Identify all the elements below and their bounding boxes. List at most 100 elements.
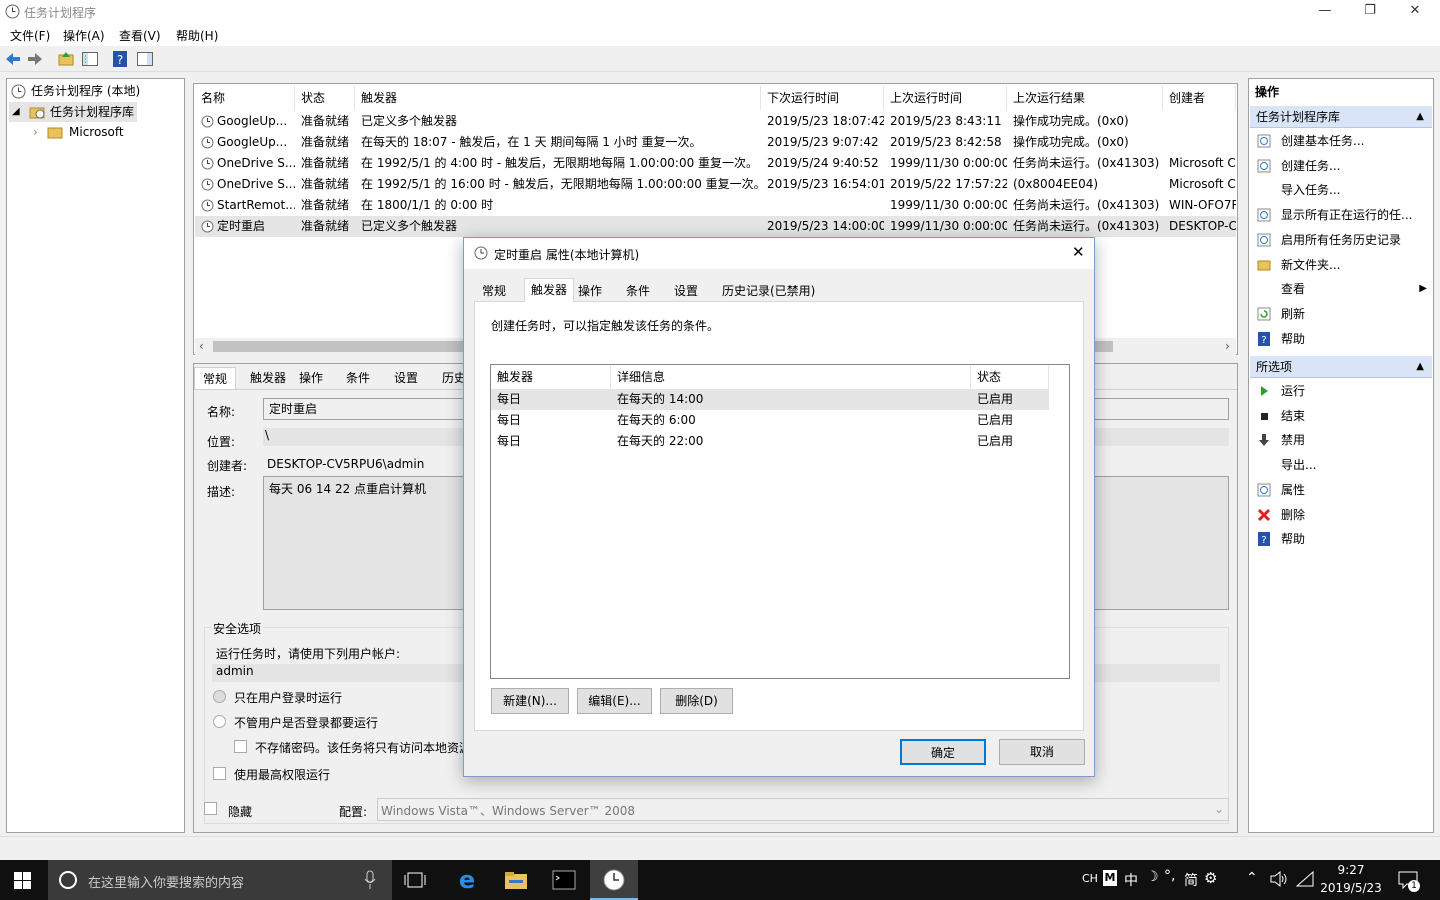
- table-row[interactable]: GoogleUp... 准备就绪 已定义多个触发器 2019/5/23 18:07:4…: [195, 111, 1236, 132]
- show-action-pane-icon[interactable]: [136, 50, 154, 68]
- no-store-password-checkbox[interactable]: [234, 740, 247, 753]
- detail-tab-settings[interactable]: 设置: [386, 367, 426, 389]
- forward-arrow-icon[interactable]: [26, 50, 44, 68]
- dialog-tab-history[interactable]: 历史记录(已禁用): [716, 280, 821, 302]
- trigger-row[interactable]: 每日 在每天的 6:00 已启用: [491, 410, 1049, 431]
- action-item[interactable]: 查看 ▶: [1253, 277, 1431, 301]
- edge-icon[interactable]: e: [455, 869, 479, 891]
- scroll-left-icon[interactable]: ‹: [199, 339, 204, 353]
- detail-tab-actions[interactable]: 操作: [291, 367, 331, 389]
- windows-start-icon[interactable]: [14, 872, 32, 890]
- col-status[interactable]: 状态: [295, 86, 355, 110]
- section-library-header[interactable]: 任务计划程序库 ▲: [1250, 106, 1432, 128]
- maximize-button[interactable]: ❐: [1347, 0, 1393, 24]
- menu-help[interactable]: 帮助(H): [176, 27, 218, 44]
- action-item[interactable]: 删除: [1253, 503, 1431, 527]
- detail-tab-triggers[interactable]: 触发器: [242, 367, 294, 389]
- search-box[interactable]: 在这里输入你要搜索的内容: [48, 860, 392, 900]
- trigger-row[interactable]: 每日 在每天的 14:00 已启用: [491, 389, 1049, 410]
- action-item[interactable]: 运行: [1253, 379, 1431, 403]
- network-wifi-icon[interactable]: [1296, 871, 1314, 887]
- collapse-chevron-icon[interactable]: ◢: [12, 102, 20, 122]
- scroll-right-icon[interactable]: ›: [1225, 339, 1230, 353]
- detail-tab-general[interactable]: 常规: [194, 367, 237, 389]
- section-selected-header[interactable]: 所选项 ▲: [1250, 356, 1432, 378]
- trigger-col-status[interactable]: 状态: [971, 365, 1049, 389]
- close-window-button[interactable]: ✕: [1392, 0, 1438, 24]
- cancel-button[interactable]: 取消: [999, 739, 1085, 765]
- col-trigger[interactable]: 触发器: [355, 86, 761, 110]
- dialog-tab-settings[interactable]: 设置: [668, 280, 704, 302]
- dialog-tab-actions[interactable]: 操作: [572, 280, 608, 302]
- action-item[interactable]: 创建任务...: [1253, 154, 1431, 178]
- volume-icon[interactable]: [1270, 871, 1288, 887]
- action-item[interactable]: 导出...: [1253, 453, 1431, 477]
- edit-trigger-button[interactable]: 编辑(E)...: [577, 688, 652, 714]
- ime-settings-gear-icon[interactable]: ⚙: [1204, 869, 1217, 887]
- dialog-tab-general[interactable]: 常规: [476, 280, 512, 302]
- action-item[interactable]: 显示所有正在运行的任...: [1253, 203, 1431, 227]
- task-scheduler-taskbar-button[interactable]: [590, 860, 638, 900]
- ime-simplified[interactable]: 简: [1184, 870, 1198, 890]
- col-next-run[interactable]: 下次运行时间: [761, 86, 884, 110]
- table-row[interactable]: OneDrive S... 准备就绪在 1992/5/1 的 4:00 时 - 触…: [195, 153, 1236, 174]
- action-item[interactable]: 导入任务...: [1253, 178, 1431, 202]
- action-item[interactable]: 刷新: [1253, 302, 1431, 326]
- menu-view[interactable]: 查看(V): [119, 27, 161, 44]
- microphone-icon[interactable]: [364, 870, 376, 890]
- collapse-up-icon[interactable]: ▲: [1416, 106, 1424, 128]
- col-last-run[interactable]: 上次运行时间: [884, 86, 1007, 110]
- clock-time[interactable]: 9:27: [1320, 863, 1382, 877]
- tray-chevron-up-icon[interactable]: ⌃: [1246, 870, 1258, 886]
- trigger-col-type[interactable]: 触发器: [491, 365, 611, 389]
- action-item[interactable]: 创建基本任务...: [1253, 129, 1431, 153]
- hidden-checkbox[interactable]: [204, 802, 217, 815]
- action-item[interactable]: 结束: [1253, 404, 1431, 428]
- ok-button[interactable]: 确定: [900, 739, 986, 765]
- action-item[interactable]: ? 帮助: [1253, 527, 1431, 551]
- ime-mode-icon[interactable]: M: [1103, 870, 1117, 886]
- action-item[interactable]: 新文件夹...: [1253, 253, 1431, 277]
- new-trigger-button[interactable]: 新建(N)...: [491, 688, 569, 714]
- menu-file[interactable]: 文件(F): [10, 27, 50, 44]
- dialog-close-icon[interactable]: ✕: [1072, 243, 1085, 261]
- ime-chinese[interactable]: 中: [1124, 870, 1138, 890]
- table-row[interactable]: 定时重启 准备就绪 已定义多个触发器 2019/5/23 14:00:00 1999/1…: [195, 216, 1236, 237]
- delete-trigger-button[interactable]: 删除(D): [660, 688, 733, 714]
- action-item[interactable]: 禁用: [1253, 428, 1431, 452]
- cmd-icon[interactable]: [552, 870, 576, 890]
- col-last-result[interactable]: 上次运行结果: [1007, 86, 1163, 110]
- collapse-up-icon[interactable]: ▲: [1416, 356, 1424, 378]
- menu-action[interactable]: 操作(A): [63, 27, 105, 44]
- minimize-button[interactable]: —: [1302, 0, 1348, 24]
- up-folder-icon[interactable]: [57, 50, 75, 68]
- table-row[interactable]: GoogleUp... 准备就绪 在每天的 18:07 - 触发后，在 1 天 期间…: [195, 132, 1236, 153]
- dialog-tab-triggers[interactable]: 触发器: [524, 278, 575, 302]
- table-row[interactable]: OneDrive S... 准备就绪在 1992/5/1 的 16:00 时 - …: [195, 174, 1236, 195]
- back-arrow-icon[interactable]: [4, 50, 22, 68]
- file-explorer-icon[interactable]: [504, 870, 528, 890]
- show-hide-tree-icon[interactable]: [81, 50, 99, 68]
- trigger-col-detail[interactable]: 详细信息: [611, 365, 971, 389]
- config-select[interactable]: Windows Vista™、Windows Server™ 2008 ⌄: [377, 798, 1229, 821]
- action-item[interactable]: ? 帮助: [1253, 327, 1431, 351]
- table-row[interactable]: StartRemot... 准备就绪在 1800/1/1 的 0:00 时 1999…: [195, 195, 1236, 216]
- col-name[interactable]: 名称: [195, 86, 295, 110]
- trigger-row[interactable]: 每日 在每天的 22:00 已启用: [491, 431, 1049, 452]
- radio-logged-on[interactable]: [213, 690, 226, 703]
- action-item[interactable]: 属性: [1253, 478, 1431, 502]
- tree-item-library[interactable]: ◢ 任务计划程序库: [9, 102, 137, 122]
- task-view-icon[interactable]: [404, 871, 426, 889]
- col-author[interactable]: 创建者: [1163, 86, 1236, 110]
- punctuation-icon[interactable]: °,: [1164, 868, 1175, 884]
- help-icon[interactable]: ?: [111, 50, 129, 68]
- moon-icon[interactable]: ☽: [1146, 869, 1159, 885]
- expand-chevron-icon[interactable]: ›: [33, 122, 38, 142]
- ime-language[interactable]: CH: [1082, 872, 1098, 885]
- detail-tab-conditions[interactable]: 条件: [338, 367, 378, 389]
- dialog-tab-conditions[interactable]: 条件: [620, 280, 656, 302]
- highest-priv-checkbox[interactable]: [213, 767, 226, 780]
- clock-date[interactable]: 2019/5/23: [1316, 881, 1386, 895]
- action-item[interactable]: 启用所有任务历史记录: [1253, 228, 1431, 252]
- radio-any-user[interactable]: [213, 715, 226, 728]
